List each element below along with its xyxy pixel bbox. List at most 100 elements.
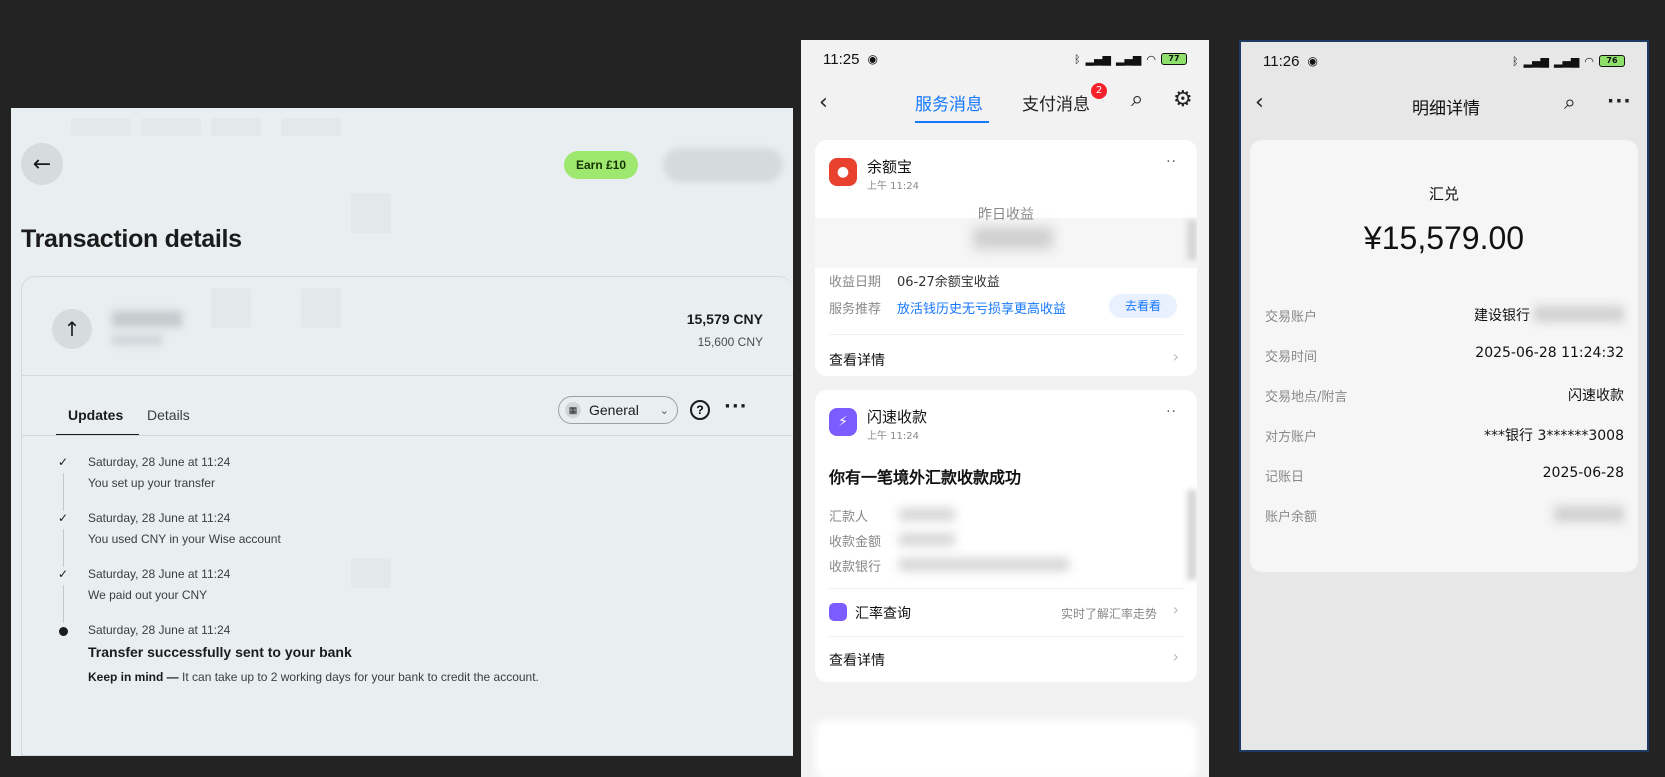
go-see-button[interactable]: 去看看: [1109, 294, 1177, 318]
ccb-panel: 11:26 ◉ ᛒ ▂▄▆ ▂▄▆ ◠ 76 ‹ 明细详情 ⌕ ··· 汇兑 ¥…: [1239, 40, 1649, 752]
arrow-up-icon: ↑: [52, 309, 92, 349]
recipient-sub: [112, 335, 162, 345]
check-icon: ✓: [57, 567, 69, 581]
timeline-text: Transfer successfully sent to your bank: [88, 644, 352, 660]
signal-icon: ▂▄▆: [1554, 54, 1580, 68]
arrow-left-icon: ←: [32, 151, 52, 177]
view-details-link[interactable]: 查看详情: [829, 650, 885, 670]
bluetooth-icon: ᛒ: [1074, 52, 1081, 66]
timeline-text: We paid out your CNY: [88, 588, 208, 602]
more-icon[interactable]: ··: [1166, 154, 1177, 170]
status-bar: 11:25 ◉ ᛒ ▂▄▆ ▂▄▆ ◠ 77: [801, 40, 1209, 78]
time-value: 2025-06-28 11:24:32: [1475, 345, 1624, 361]
tab-details[interactable]: Details: [147, 407, 190, 423]
page-title: 明细详情: [1412, 99, 1480, 119]
unread-badge: 2: [1091, 83, 1107, 99]
detail-card: 汇兑 ¥15,579.00 交易账户 建设银行 交易时间 2025-06-28 …: [1250, 140, 1638, 572]
status-time: 11:26: [1263, 52, 1300, 70]
posting-date-value: 2025-06-28: [1542, 465, 1624, 481]
exchange-rate-icon: [829, 603, 847, 621]
divider: [829, 588, 1183, 589]
signal-icon: ▂▄▆: [1085, 52, 1111, 66]
timeline-date: Saturday, 28 June at 11:24: [88, 623, 231, 637]
timeline-note: Keep in mind — It can take up to 2 worki…: [88, 670, 539, 684]
message-headline: 你有一笔境外汇款收款成功: [829, 468, 1022, 487]
recommend-link[interactable]: 放活钱历史无亏损享更高收益: [897, 298, 1066, 317]
filter-dropdown[interactable]: ▦ General ⌄: [558, 396, 678, 424]
top-nav: ‹ 服务消息 支付消息 2 ⌕ ⚙: [801, 78, 1209, 130]
timeline-date: Saturday, 28 June at 11:24: [88, 455, 231, 469]
check-icon: ✓: [57, 455, 69, 469]
recipient-name: [112, 311, 182, 327]
note-label: Keep in mind —: [88, 670, 179, 684]
app-name: 闪速收款: [867, 408, 928, 426]
tab-updates[interactable]: Updates: [68, 407, 123, 423]
search-icon[interactable]: ⌕: [1564, 90, 1576, 115]
search-icon[interactable]: ⌕: [1131, 87, 1143, 112]
app-status-icon: ◉: [1307, 54, 1318, 68]
note-text: It can take up to 2 working days for you…: [178, 670, 539, 684]
divider: [829, 334, 1183, 335]
page-title: Transaction details: [21, 225, 242, 253]
timeline-date: Saturday, 28 June at 11:24: [88, 567, 231, 581]
battery-icon: 77: [1161, 53, 1187, 65]
status-bar: 11:26 ◉ ᛒ ▂▄▆ ▂▄▆ ◠ 76: [1241, 42, 1647, 80]
receiving-bank-label: 收款银行: [829, 560, 882, 575]
timeline-connector: [63, 529, 64, 567]
message-time: 上午 11:24: [867, 181, 919, 192]
counterparty-label: 对方账户: [1265, 430, 1318, 445]
gear-icon[interactable]: ⚙: [1173, 87, 1193, 112]
back-button[interactable]: ←: [21, 143, 63, 185]
divider: [22, 375, 793, 376]
status-icons: ᛒ ▂▄▆ ▂▄▆ ◠ 77: [1074, 53, 1187, 66]
transaction-amount: ¥15,579.00: [1363, 220, 1525, 256]
timeline-text: You used CNY in your Wise account: [88, 532, 281, 546]
earn-button[interactable]: Earn £10: [564, 151, 638, 179]
bluetooth-icon: ᛒ: [1512, 54, 1519, 68]
divider: [22, 435, 793, 436]
transaction-type: 汇兑: [1428, 185, 1459, 203]
exchange-rate-hint: 实时了解汇率走势: [1060, 607, 1157, 621]
receiving-bank-value: [899, 558, 1069, 571]
tab-payment-messages[interactable]: 支付消息: [1022, 90, 1090, 115]
next-message-card-blurred: [815, 720, 1197, 777]
exchange-rate-link[interactable]: 汇率查询: [855, 603, 911, 623]
timeline-date: Saturday, 28 June at 11:24: [88, 511, 231, 525]
transaction-card: ↑ 15,579 CNY 15,600 CNY Updates Details …: [21, 276, 793, 756]
recommend-label: 服务推荐: [829, 302, 882, 317]
back-icon[interactable]: ‹: [819, 90, 828, 115]
chevron-right-icon: ›: [1172, 347, 1179, 366]
balance-label: 账户余额: [1265, 510, 1318, 525]
app-name: 余额宝: [867, 158, 913, 176]
tab-service-messages[interactable]: 服务消息: [915, 90, 983, 115]
yuebao-icon: ●: [829, 158, 857, 186]
more-icon[interactable]: ···: [724, 396, 748, 417]
edge-blur: [1187, 490, 1197, 580]
account-label: 交易账户: [1265, 310, 1318, 325]
counterparty-value: ***银行 3******3008: [1484, 428, 1624, 444]
view-details-link[interactable]: 查看详情: [829, 350, 885, 370]
signal-icon: ▂▄▆: [1116, 52, 1142, 66]
time-label: 交易时间: [1265, 350, 1318, 365]
amount-secondary: 15,600 CNY: [697, 335, 763, 349]
status-icons: ᛒ ▂▄▆ ▂▄▆ ◠ 76: [1512, 55, 1625, 68]
account-switcher[interactable]: [663, 148, 783, 182]
location-label: 交易地点/附言: [1265, 390, 1348, 405]
more-icon[interactable]: ··: [1166, 404, 1177, 420]
flash-receipt-icon: ⚡: [829, 408, 857, 436]
location-value: 闪速收款: [1568, 388, 1624, 404]
account-number: [1534, 306, 1624, 322]
message-card-flash-receipt: ⚡ 闪速收款 上午 11:24 ·· 你有一笔境外汇款收款成功 汇款人 收款金额…: [815, 390, 1197, 682]
account-value: 建设银行: [1474, 308, 1530, 324]
help-icon[interactable]: ?: [690, 400, 710, 420]
more-icon[interactable]: ···: [1607, 90, 1632, 112]
timeline-connector: [63, 585, 64, 623]
divider: [829, 636, 1183, 637]
wise-panel: ← Earn £10 Transaction details ↑ 15,579 …: [11, 108, 793, 756]
amount-primary: 15,579 CNY: [686, 311, 763, 327]
wifi-icon: ◠: [1584, 54, 1594, 68]
status-time: 11:25: [823, 50, 860, 68]
chevron-right-icon: ›: [1172, 647, 1179, 666]
signal-icon: ▂▄▆: [1523, 54, 1549, 68]
yield-amount: [973, 227, 1053, 249]
